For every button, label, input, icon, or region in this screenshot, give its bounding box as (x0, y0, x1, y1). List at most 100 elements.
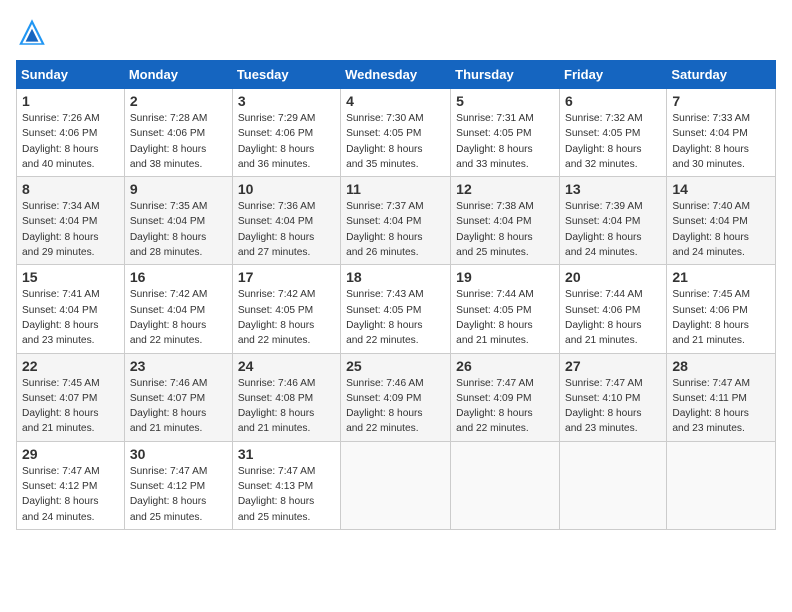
day-number: 13 (565, 181, 661, 197)
calendar-cell: 3Sunrise: 7:29 AM Sunset: 4:06 PM Daylig… (232, 89, 340, 177)
calendar-cell: 9 Sunrise: 7:35 AM Sunset: 4:04 PM Daylig… (124, 177, 232, 265)
day-info: Sunrise: 7:38 AM Sunset: 4:04 PM Dayligh… (456, 199, 554, 260)
day-info: Sunrise: 7:37 AM Sunset: 4:04 PM Dayligh… (346, 199, 445, 260)
header-sunday: Sunday (17, 61, 125, 89)
day-number: 6 (565, 93, 661, 109)
day-number: 20 (565, 269, 661, 285)
day-info: Sunrise: 7:45 AM Sunset: 4:07 PM Dayligh… (22, 376, 119, 437)
day-number: 4 (346, 93, 445, 109)
calendar-cell (341, 441, 451, 529)
day-number: 23 (130, 358, 227, 374)
calendar-cell: 18 Sunrise: 7:43 AM Sunset: 4:05 PM Dayli… (341, 265, 451, 353)
calendar-cell: 19 Sunrise: 7:44 AM Sunset: 4:05 PM Dayli… (451, 265, 560, 353)
day-info: Sunrise: 7:42 AM Sunset: 4:04 PM Dayligh… (130, 287, 227, 348)
day-number: 16 (130, 269, 227, 285)
calendar-cell: 26 Sunrise: 7:47 AM Sunset: 4:09 PM Dayli… (451, 353, 560, 441)
calendar-cell: 11 Sunrise: 7:37 AM Sunset: 4:04 PM Dayli… (341, 177, 451, 265)
header-thursday: Thursday (451, 61, 560, 89)
day-number: 18 (346, 269, 445, 285)
header-monday: Monday (124, 61, 232, 89)
calendar-cell: 28Sunrise: 7:47 AM Sunset: 4:11 PM Dayli… (667, 353, 776, 441)
day-number: 19 (456, 269, 554, 285)
day-info: Sunrise: 7:43 AM Sunset: 4:05 PM Dayligh… (346, 287, 445, 348)
week-row-3: 15 Sunrise: 7:41 AM Sunset: 4:04 PM Dayli… (17, 265, 776, 353)
calendar-cell: 1Sunrise: 7:26 AM Sunset: 4:06 PM Daylig… (17, 89, 125, 177)
day-number: 17 (238, 269, 335, 285)
day-info: Sunrise: 7:47 AM Sunset: 4:10 PM Dayligh… (565, 376, 661, 437)
calendar-cell: 29 Sunrise: 7:47 AM Sunset: 4:12 PM Dayli… (17, 441, 125, 529)
day-number: 14 (672, 181, 770, 197)
calendar-cell: 23 Sunrise: 7:46 AM Sunset: 4:07 PM Dayli… (124, 353, 232, 441)
calendar-cell: 10Sunrise: 7:36 AM Sunset: 4:04 PM Dayli… (232, 177, 340, 265)
logo-icon (16, 16, 48, 48)
day-info: Sunrise: 7:28 AM Sunset: 4:06 PM Dayligh… (130, 111, 227, 172)
day-info: Sunrise: 7:39 AM Sunset: 4:04 PM Dayligh… (565, 199, 661, 260)
day-info: Sunrise: 7:47 AM Sunset: 4:12 PM Dayligh… (130, 464, 227, 525)
header-saturday: Saturday (667, 61, 776, 89)
day-number: 27 (565, 358, 661, 374)
calendar-cell: 8 Sunrise: 7:34 AM Sunset: 4:04 PM Daylig… (17, 177, 125, 265)
page-header (16, 16, 776, 48)
calendar-cell: 16 Sunrise: 7:42 AM Sunset: 4:04 PM Dayli… (124, 265, 232, 353)
day-info: Sunrise: 7:29 AM Sunset: 4:06 PM Dayligh… (238, 111, 335, 172)
day-info: Sunrise: 7:31 AM Sunset: 4:05 PM Dayligh… (456, 111, 554, 172)
calendar-cell: 25 Sunrise: 7:46 AM Sunset: 4:09 PM Dayli… (341, 353, 451, 441)
day-info: Sunrise: 7:35 AM Sunset: 4:04 PM Dayligh… (130, 199, 227, 260)
calendar-cell: 2 Sunrise: 7:28 AM Sunset: 4:06 PM Daylig… (124, 89, 232, 177)
calendar-cell: 6 Sunrise: 7:32 AM Sunset: 4:05 PM Daylig… (560, 89, 667, 177)
day-number: 9 (130, 181, 227, 197)
day-info: Sunrise: 7:46 AM Sunset: 4:09 PM Dayligh… (346, 376, 445, 437)
day-info: Sunrise: 7:46 AM Sunset: 4:07 PM Dayligh… (130, 376, 227, 437)
day-number: 22 (22, 358, 119, 374)
calendar-cell: 5 Sunrise: 7:31 AM Sunset: 4:05 PM Daylig… (451, 89, 560, 177)
day-number: 12 (456, 181, 554, 197)
day-number: 7 (672, 93, 770, 109)
calendar-cell: 15 Sunrise: 7:41 AM Sunset: 4:04 PM Dayli… (17, 265, 125, 353)
day-number: 30 (130, 446, 227, 462)
header-friday: Friday (560, 61, 667, 89)
day-info: Sunrise: 7:44 AM Sunset: 4:06 PM Dayligh… (565, 287, 661, 348)
calendar-cell: 17 Sunrise: 7:42 AM Sunset: 4:05 PM Dayli… (232, 265, 340, 353)
day-info: Sunrise: 7:32 AM Sunset: 4:05 PM Dayligh… (565, 111, 661, 172)
calendar-header-row: SundayMondayTuesdayWednesdayThursdayFrid… (17, 61, 776, 89)
day-info: Sunrise: 7:42 AM Sunset: 4:05 PM Dayligh… (238, 287, 335, 348)
calendar-cell: 24Sunrise: 7:46 AM Sunset: 4:08 PM Dayli… (232, 353, 340, 441)
calendar-cell: 27 Sunrise: 7:47 AM Sunset: 4:10 PM Dayli… (560, 353, 667, 441)
day-info: Sunrise: 7:34 AM Sunset: 4:04 PM Dayligh… (22, 199, 119, 260)
header-tuesday: Tuesday (232, 61, 340, 89)
calendar-cell: 12 Sunrise: 7:38 AM Sunset: 4:04 PM Dayli… (451, 177, 560, 265)
calendar-cell (451, 441, 560, 529)
week-row-1: 1Sunrise: 7:26 AM Sunset: 4:06 PM Daylig… (17, 89, 776, 177)
day-info: Sunrise: 7:47 AM Sunset: 4:09 PM Dayligh… (456, 376, 554, 437)
calendar-cell: 31Sunrise: 7:47 AM Sunset: 4:13 PM Dayli… (232, 441, 340, 529)
day-number: 8 (22, 181, 119, 197)
calendar-cell: 7Sunrise: 7:33 AM Sunset: 4:04 PM Daylig… (667, 89, 776, 177)
logo (16, 16, 52, 48)
calendar-cell (667, 441, 776, 529)
header-wednesday: Wednesday (341, 61, 451, 89)
day-number: 11 (346, 181, 445, 197)
day-number: 5 (456, 93, 554, 109)
day-number: 29 (22, 446, 119, 462)
week-row-2: 8 Sunrise: 7:34 AM Sunset: 4:04 PM Daylig… (17, 177, 776, 265)
day-info: Sunrise: 7:41 AM Sunset: 4:04 PM Dayligh… (22, 287, 119, 348)
day-info: Sunrise: 7:46 AM Sunset: 4:08 PM Dayligh… (238, 376, 335, 437)
calendar-cell: 13 Sunrise: 7:39 AM Sunset: 4:04 PM Dayli… (560, 177, 667, 265)
day-number: 15 (22, 269, 119, 285)
day-info: Sunrise: 7:26 AM Sunset: 4:06 PM Dayligh… (22, 111, 119, 172)
calendar: SundayMondayTuesdayWednesdayThursdayFrid… (16, 60, 776, 530)
day-info: Sunrise: 7:36 AM Sunset: 4:04 PM Dayligh… (238, 199, 335, 260)
day-number: 2 (130, 93, 227, 109)
day-number: 26 (456, 358, 554, 374)
day-number: 25 (346, 358, 445, 374)
day-info: Sunrise: 7:47 AM Sunset: 4:13 PM Dayligh… (238, 464, 335, 525)
calendar-cell: 21Sunrise: 7:45 AM Sunset: 4:06 PM Dayli… (667, 265, 776, 353)
week-row-4: 22 Sunrise: 7:45 AM Sunset: 4:07 PM Dayli… (17, 353, 776, 441)
day-info: Sunrise: 7:40 AM Sunset: 4:04 PM Dayligh… (672, 199, 770, 260)
calendar-cell: 22 Sunrise: 7:45 AM Sunset: 4:07 PM Dayli… (17, 353, 125, 441)
day-info: Sunrise: 7:47 AM Sunset: 4:12 PM Dayligh… (22, 464, 119, 525)
day-info: Sunrise: 7:44 AM Sunset: 4:05 PM Dayligh… (456, 287, 554, 348)
day-info: Sunrise: 7:30 AM Sunset: 4:05 PM Dayligh… (346, 111, 445, 172)
day-info: Sunrise: 7:47 AM Sunset: 4:11 PM Dayligh… (672, 376, 770, 437)
calendar-cell: 20 Sunrise: 7:44 AM Sunset: 4:06 PM Dayli… (560, 265, 667, 353)
